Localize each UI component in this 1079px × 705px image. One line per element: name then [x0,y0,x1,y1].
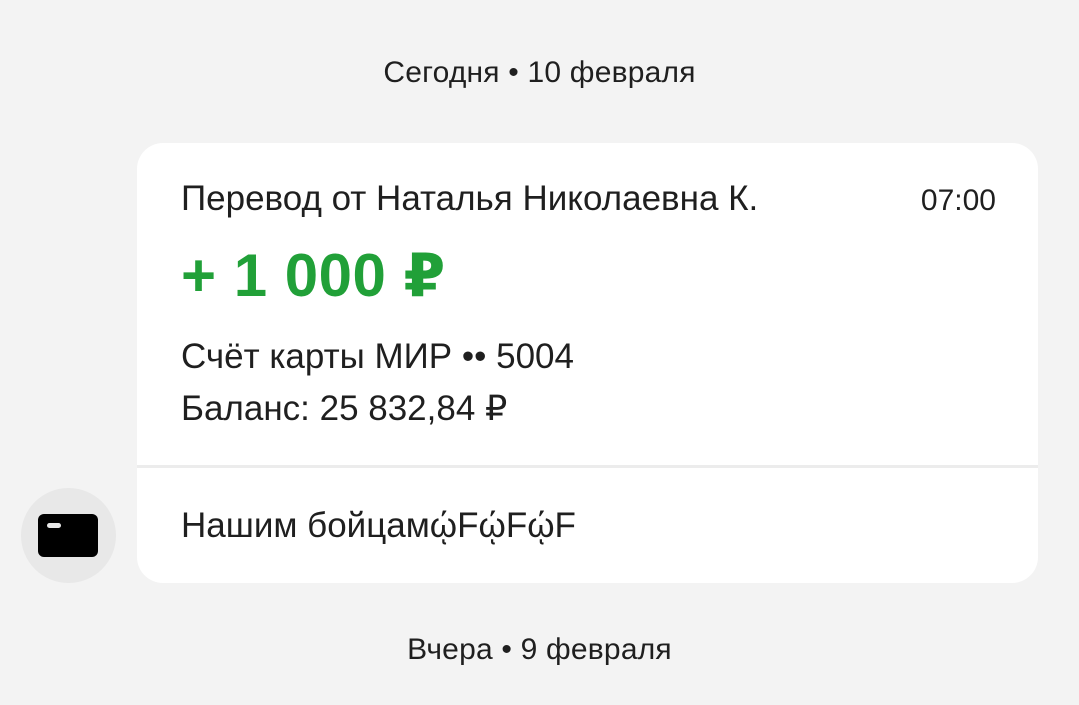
date-separator-today: Сегодня • 10 февраля [383,56,696,89]
balance-info: Баланс: 25 832,84 ₽ [181,389,508,428]
message-time: 07:00 [920,184,996,217]
account-info: Счёт карты МИР •• 5004 [181,337,574,376]
sender-avatar[interactable] [21,488,116,583]
divider [137,465,1038,468]
transfer-message: Нашим бойцамῴFῴFῴF [181,506,576,545]
date-separator-yesterday: Вчера • 9 февраля [407,633,672,666]
transfer-amount: + 1 000 ₽ [181,242,446,309]
transfer-message-bubble[interactable]: Перевод от Наталья Николаевна К. 07:00 +… [137,143,1038,583]
transfer-title: Перевод от Наталья Николаевна К. [181,179,759,218]
transfer-header: Перевод от Наталья Николаевна К. 07:00 [181,179,996,223]
bank-card-icon [38,514,98,557]
